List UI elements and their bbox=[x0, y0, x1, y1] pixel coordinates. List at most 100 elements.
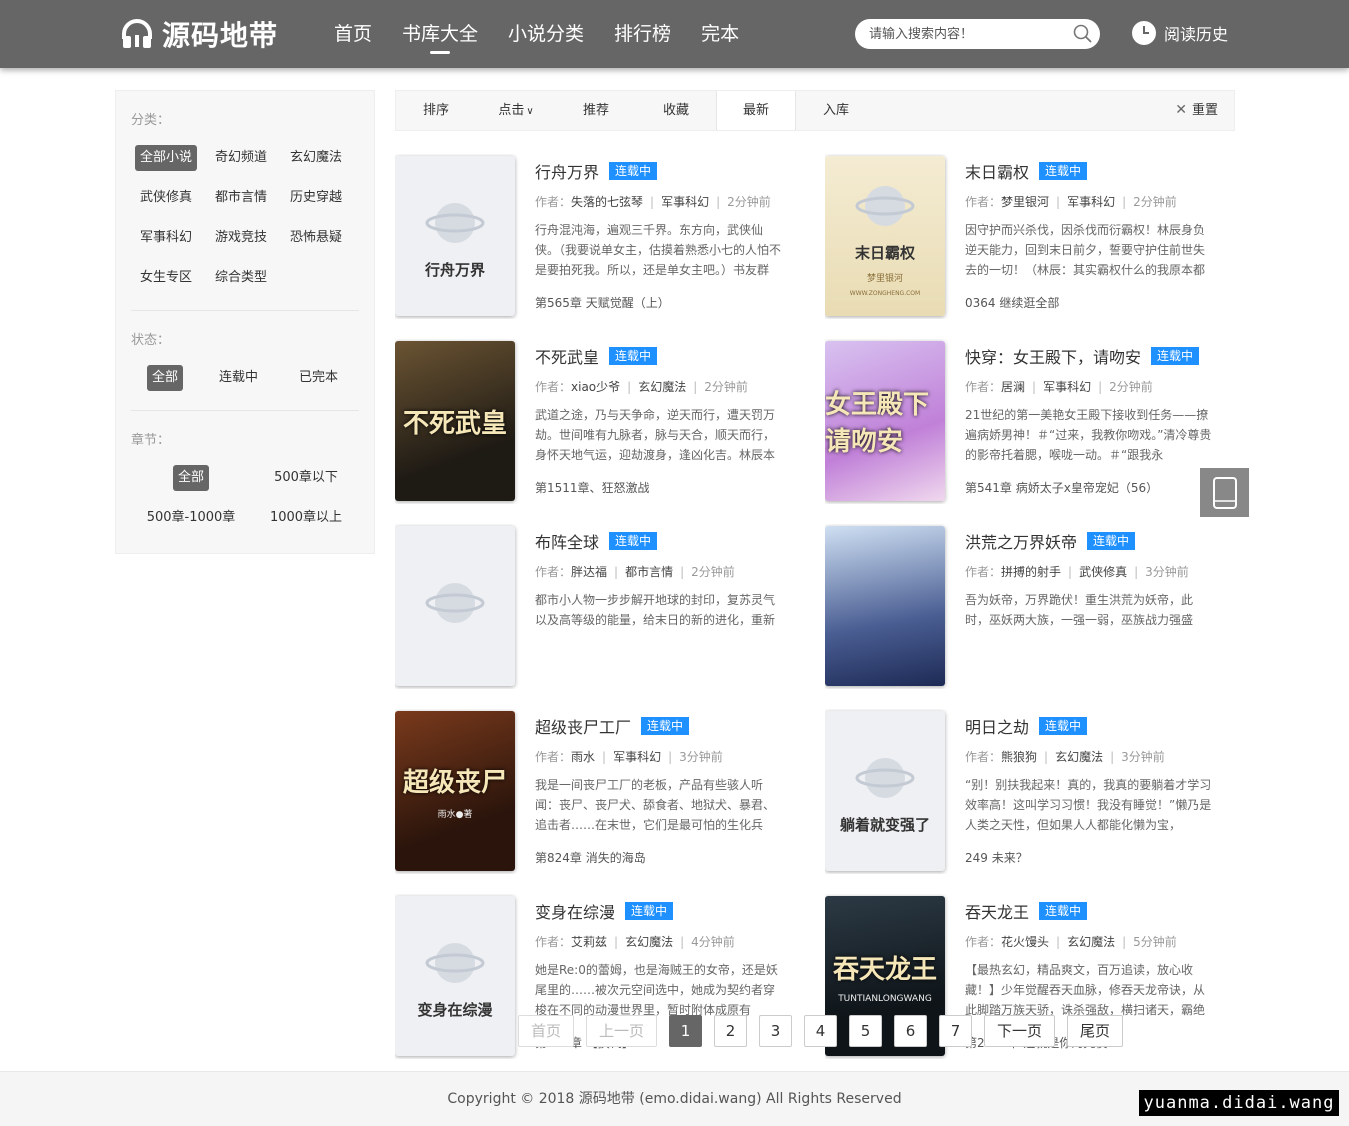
latest-chapter-link[interactable]: 0364 继续逛全部 bbox=[965, 294, 1215, 311]
book-author[interactable]: 艾莉兹 bbox=[571, 935, 607, 949]
book-cover[interactable]: 变身在综漫 bbox=[395, 896, 515, 1056]
page-number[interactable]: 6 bbox=[894, 1015, 927, 1047]
book-title[interactable]: 明日之劫 bbox=[965, 714, 1029, 738]
search-input[interactable] bbox=[855, 19, 1055, 49]
book-author[interactable]: 梦里银河 bbox=[1001, 195, 1049, 209]
book-cover[interactable]: 行舟万界 bbox=[395, 156, 515, 316]
book-author[interactable]: 失落的七弦琴 bbox=[571, 195, 643, 209]
book-cover[interactable] bbox=[825, 526, 945, 686]
chapter-tag[interactable]: 1000章以上 bbox=[265, 505, 347, 531]
next-page-button[interactable]: 下一页 bbox=[984, 1015, 1055, 1047]
book-title[interactable]: 末日霸权 bbox=[965, 159, 1029, 183]
book-card[interactable]: 洪荒之万界妖帝 连载中 作者：拼搏的射手 | 武侠修真 | 3分钟前 吾为妖帝，万界跪伏！重生… bbox=[825, 524, 1235, 689]
page-number[interactable]: 7 bbox=[939, 1015, 972, 1047]
book-title[interactable]: 超级丧尸工厂 bbox=[535, 714, 631, 738]
reset-button[interactable]: ✕ 重置 bbox=[1175, 91, 1218, 130]
book-title[interactable]: 不死武皇 bbox=[535, 344, 599, 368]
book-category[interactable]: 玄幻魔法 bbox=[638, 380, 686, 394]
chapter-tag-all[interactable]: 全部 bbox=[172, 465, 209, 491]
category-tag[interactable]: 武侠修真 bbox=[135, 185, 197, 211]
last-page-button[interactable]: 尾页 bbox=[1067, 1015, 1123, 1047]
book-category[interactable]: 军事科幻 bbox=[613, 750, 661, 764]
sort-by-recommend[interactable]: 推荐 bbox=[556, 91, 636, 130]
status-tag-all[interactable]: 全部 bbox=[147, 365, 184, 391]
latest-chapter-link[interactable]: 第824章 消失的海岛 bbox=[535, 849, 785, 866]
book-title[interactable]: 快穿：女王殿下，请吻安 bbox=[965, 344, 1141, 368]
page-number[interactable]: 5 bbox=[849, 1015, 882, 1047]
category-tag[interactable]: 奇幻频道 bbox=[210, 145, 272, 171]
chapter-tag[interactable]: 500章以下 bbox=[269, 465, 343, 491]
nav-finished[interactable]: 完本 bbox=[701, 0, 739, 68]
category-tag[interactable]: 综合类型 bbox=[210, 265, 272, 291]
book-card[interactable]: 布阵全球 连载中 作者：胖达福 | 都市言情 | 2分钟前 都市小人物一步步解开地球的封印，复… bbox=[395, 524, 825, 689]
latest-chapter-link[interactable]: 第541章 病娇太子x皇帝宠妃（56） bbox=[965, 479, 1215, 496]
category-tag[interactable]: 都市言情 bbox=[210, 185, 272, 211]
book-category[interactable]: 都市言情 bbox=[625, 565, 673, 579]
latest-chapter-link[interactable]: 第565章 天赋觉醒（上） bbox=[535, 294, 785, 311]
book-author[interactable]: 熊狼狗 bbox=[1001, 750, 1037, 764]
page-number[interactable]: 2 bbox=[714, 1015, 747, 1047]
book-title[interactable]: 布阵全球 bbox=[535, 529, 599, 553]
page-number[interactable]: 4 bbox=[804, 1015, 837, 1047]
book-card[interactable]: 超级丧尸 雨水●著 超级丧尸工厂 连载中 作者：雨水 | 军事科幻 | 3分钟前 我是一间丧尸工厂… bbox=[395, 709, 825, 874]
nav-categories[interactable]: 小说分类 bbox=[508, 0, 584, 68]
book-card[interactable]: 女王殿下请吻安 快穿：女王殿下，请吻安 连载中 作者：居澜 | 军事科幻 | 2分钟前 21世纪… bbox=[825, 339, 1235, 504]
book-author[interactable]: 居澜 bbox=[1001, 380, 1025, 394]
book-card[interactable]: 不死武皇 不死武皇 连载中 作者：xiao少爷 | 玄幻魔法 | 2分钟前 武道之途，乃与天争命… bbox=[395, 339, 825, 504]
book-cover[interactable]: 女王殿下请吻安 bbox=[825, 341, 945, 501]
sort-by-favorites[interactable]: 收藏 bbox=[636, 91, 716, 130]
book-category[interactable]: 玄幻魔法 bbox=[625, 935, 673, 949]
sort-by-latest[interactable]: 最新 bbox=[716, 91, 796, 130]
book-card[interactable]: 躺着就变强了 明日之劫 连载中 作者：熊狼狗 | 玄幻魔法 | 3分钟前 “别！别扶我起来！真的… bbox=[825, 709, 1235, 874]
site-logo[interactable]: 源码地带 bbox=[120, 16, 278, 52]
book-category[interactable]: 武侠修真 bbox=[1079, 565, 1127, 579]
book-author[interactable]: 胖达福 bbox=[571, 565, 607, 579]
book-cover[interactable]: 末日霸权 梦里银河 WWW.ZONGHENG.COM bbox=[825, 156, 945, 316]
latest-chapter-link[interactable]: 第1511章、狂怒激战 bbox=[535, 479, 785, 496]
category-tag[interactable]: 恐怖悬疑 bbox=[285, 225, 347, 251]
sort-by-added[interactable]: 入库 bbox=[796, 91, 876, 130]
book-title[interactable]: 洪荒之万界妖帝 bbox=[965, 529, 1077, 553]
prev-page-button[interactable]: 上一页 bbox=[586, 1015, 657, 1047]
status-tag-ongoing[interactable]: 连载中 bbox=[214, 365, 263, 391]
book-card[interactable]: 末日霸权 梦里银河 WWW.ZONGHENG.COM 末日霸权 连载中 作者：梦里银河 | 军… bbox=[825, 154, 1235, 319]
book-cover[interactable]: 不死武皇 bbox=[395, 341, 515, 501]
book-author[interactable]: 花火馒头 bbox=[1001, 935, 1049, 949]
book-title[interactable]: 变身在综漫 bbox=[535, 899, 615, 923]
category-tag[interactable]: 玄幻魔法 bbox=[285, 145, 347, 171]
nav-home[interactable]: 首页 bbox=[334, 0, 372, 68]
book-category[interactable]: 军事科幻 bbox=[661, 195, 709, 209]
chapter-tag[interactable]: 500章-1000章 bbox=[142, 505, 241, 531]
book-category[interactable]: 玄幻魔法 bbox=[1067, 935, 1115, 949]
book-title[interactable]: 吞天龙王 bbox=[965, 899, 1029, 923]
mobile-version-button[interactable] bbox=[1200, 468, 1249, 517]
meta-divider: | bbox=[650, 195, 655, 209]
page-number[interactable]: 1 bbox=[669, 1015, 702, 1047]
book-cover[interactable]: 躺着就变强了 bbox=[825, 711, 945, 871]
category-tag[interactable]: 女生专区 bbox=[135, 265, 197, 291]
page-number[interactable]: 3 bbox=[759, 1015, 792, 1047]
sort-by-clicks[interactable]: 点击 ∨ bbox=[476, 91, 556, 130]
category-tag[interactable]: 历史穿越 bbox=[285, 185, 347, 211]
book-category[interactable]: 军事科幻 bbox=[1043, 380, 1091, 394]
first-page-button[interactable]: 首页 bbox=[518, 1015, 574, 1047]
book-author[interactable]: xiao少爷 bbox=[571, 380, 620, 394]
status-tag-finished[interactable]: 已完本 bbox=[294, 365, 343, 391]
book-category[interactable]: 军事科幻 bbox=[1067, 195, 1115, 209]
book-author[interactable]: 雨水 bbox=[571, 750, 595, 764]
latest-chapter-link[interactable]: 249 未来？ bbox=[965, 849, 1215, 866]
cover-emblem-icon bbox=[855, 757, 915, 798]
category-tag-all[interactable]: 全部小说 bbox=[135, 145, 198, 171]
book-cover[interactable] bbox=[395, 526, 515, 686]
reading-history-button[interactable]: 阅读历史 bbox=[1131, 18, 1228, 48]
book-category[interactable]: 玄幻魔法 bbox=[1055, 750, 1103, 764]
book-author[interactable]: 拼搏的射手 bbox=[1001, 565, 1061, 579]
book-card[interactable]: 行舟万界 行舟万界 连载中 作者：失落的七弦琴 | 军事科幻 | 2分钟前 行舟混沌海，遍观三千… bbox=[395, 154, 825, 319]
nav-ranking[interactable]: 排行榜 bbox=[614, 0, 671, 68]
category-tag[interactable]: 军事科幻 bbox=[135, 225, 197, 251]
book-title[interactable]: 行舟万界 bbox=[535, 159, 599, 183]
nav-library[interactable]: 书库大全 bbox=[402, 0, 478, 68]
category-tag[interactable]: 游戏竞技 bbox=[210, 225, 272, 251]
book-cover[interactable]: 超级丧尸 雨水●著 bbox=[395, 711, 515, 871]
search-icon[interactable] bbox=[1072, 23, 1094, 45]
